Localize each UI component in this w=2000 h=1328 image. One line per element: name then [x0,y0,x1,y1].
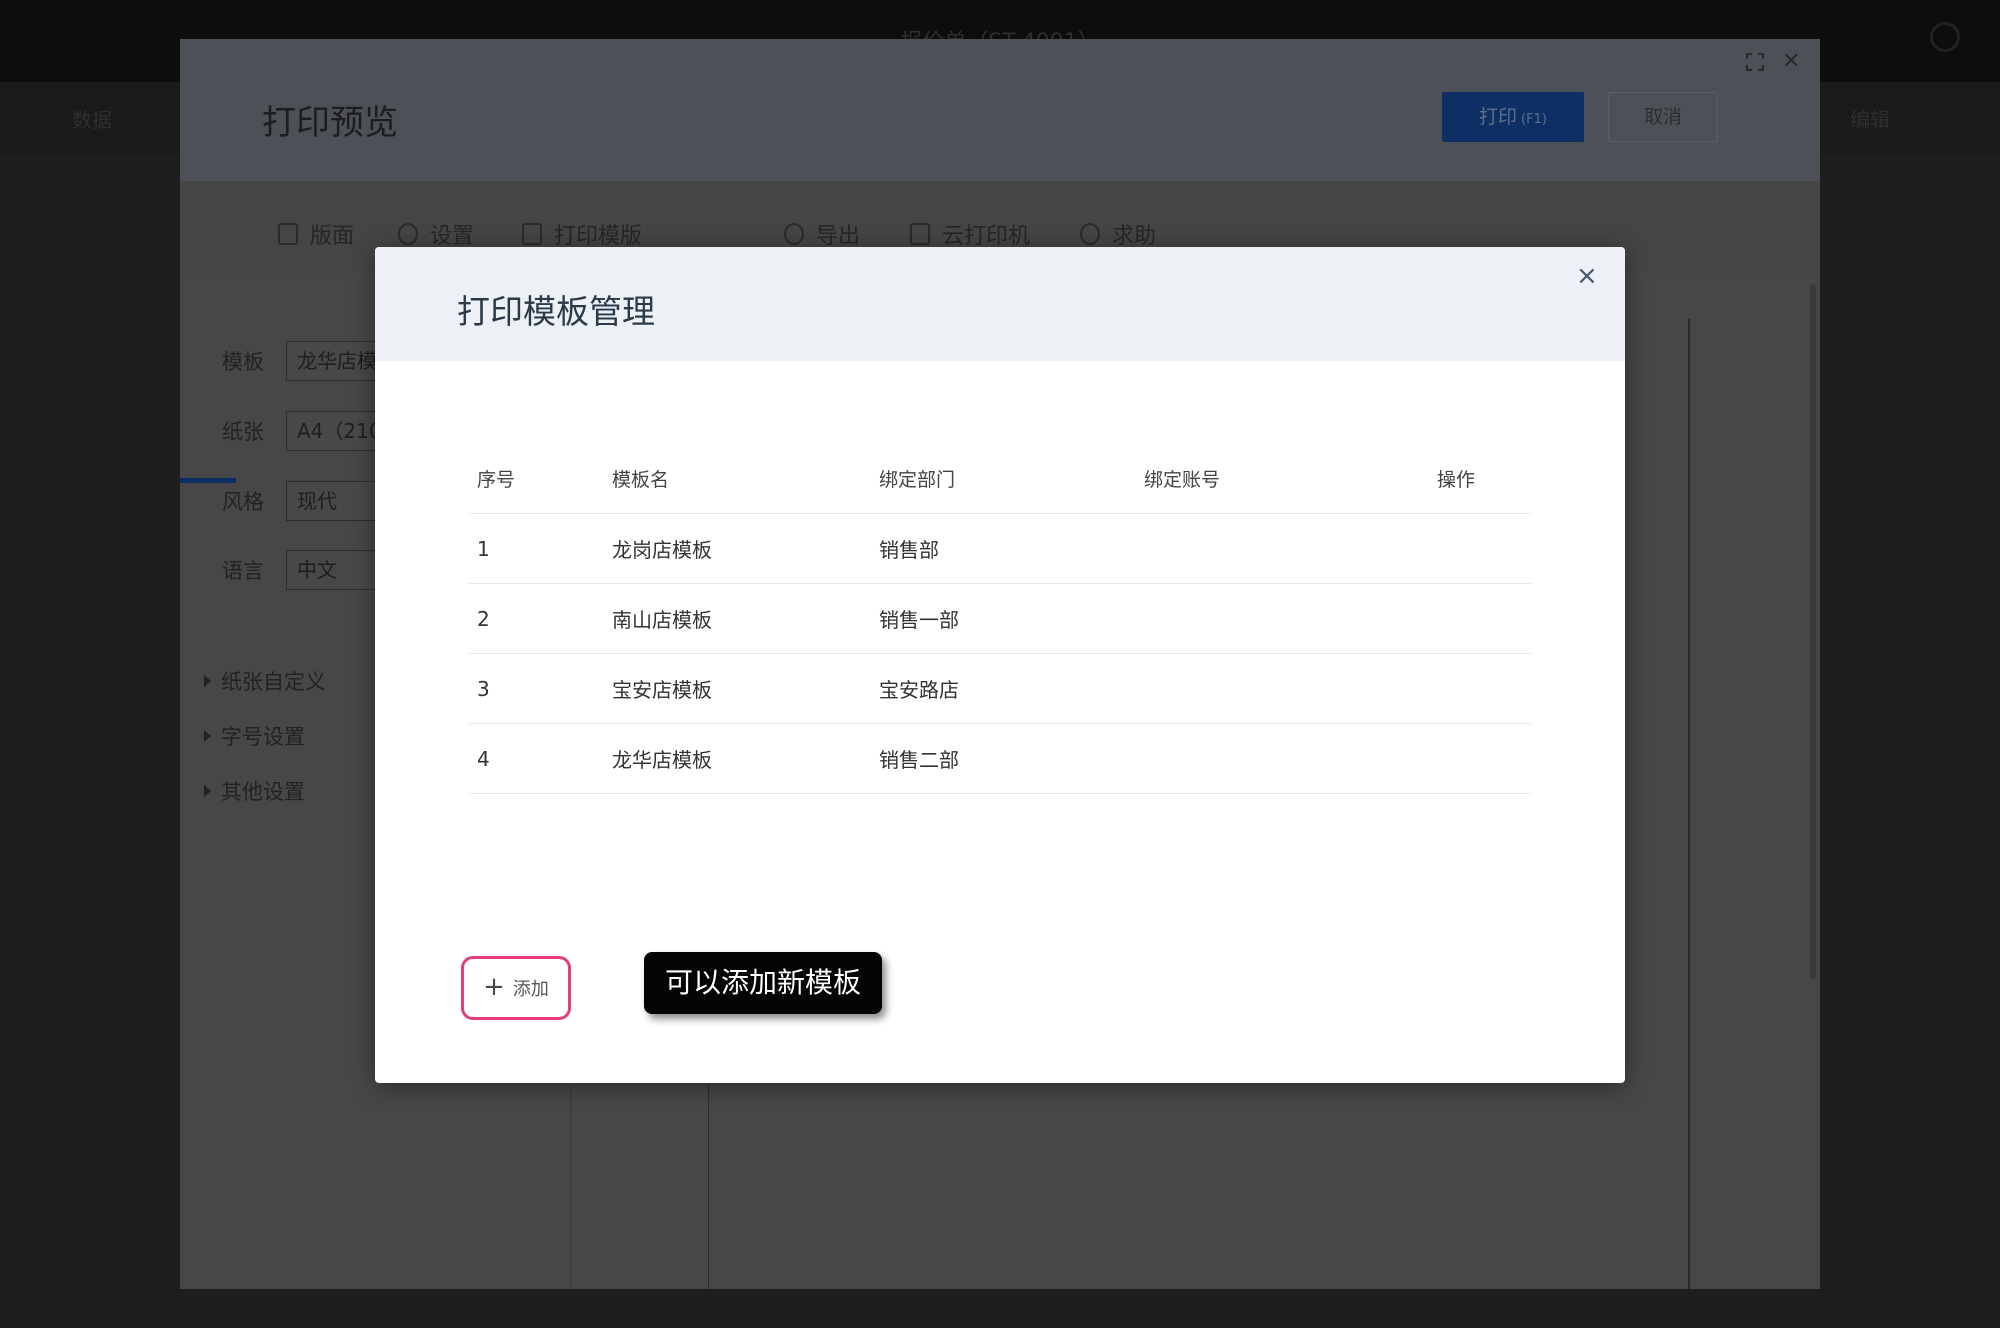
side-progress-bar [180,478,236,483]
window-close-icon[interactable]: ✕ [1782,49,1800,74]
row-dept: 销售部 [879,538,939,562]
table-row[interactable]: 2 南山店模板 销售一部 [469,584,1531,654]
row-dept: 宝安路店 [879,678,959,702]
toolbar-settings[interactable]: 设置 [398,218,474,250]
row-name: 宝安店模板 [612,678,712,702]
print-button-label: 打印 [1479,106,1518,128]
column-action: 操作 [1437,469,1476,491]
language-label: 语言 [222,559,264,583]
row-index: 3 [477,676,490,701]
print-button[interactable]: 打印 (F1) [1442,92,1584,142]
print-preview-header: 打印预览 打印 (F1) 取消 ✕ [180,39,1820,181]
user-icon [1080,223,1100,245]
column-index: 序号 [477,469,516,491]
print-hotkey: (F1) [1521,112,1547,127]
add-template-label: 添加 [512,979,549,1000]
row-dept: 销售二部 [879,748,959,772]
section-other-label: 其他设置 [221,780,305,804]
toolbar-help[interactable]: 求助 [1080,218,1156,250]
cancel-button[interactable]: 取消 [1608,92,1718,142]
section-other[interactable]: 其他设置 [204,776,305,806]
section-font-size[interactable]: 字号设置 [204,721,305,751]
row-index: 4 [477,746,490,771]
row-name: 龙华店模板 [612,748,712,772]
table-header: 序号 模板名 绑定部门 绑定账号 操作 [469,444,1531,514]
toolbar-template[interactable]: 打印模版 [522,218,642,250]
column-account: 绑定账号 [1144,469,1221,491]
toolbar-cloud-printer-label: 云打印机 [942,224,1031,249]
paper-label: 纸张 [222,420,264,444]
section-paper-custom[interactable]: 纸张自定义 [204,666,326,696]
row-name: 龙岗店模板 [612,538,712,562]
column-dept: 绑定部门 [879,469,956,491]
app-sub-left-label: 数据 [72,108,112,132]
toolbar-layout[interactable]: 版面 [278,218,354,250]
template-icon [522,223,542,245]
template-table: 序号 模板名 绑定部门 绑定账号 操作 1 龙岗店模板 销售部 2 南山店模板 … [469,444,1531,794]
fullscreen-icon[interactable] [1746,53,1764,71]
caret-right-icon [204,675,211,687]
row-dept: 销售一部 [879,608,959,632]
toolbar-settings-label: 设置 [430,224,475,249]
preview-right-border [1688,319,1690,1289]
section-paper-custom-label: 纸张自定义 [221,670,326,694]
app-sub-right-label: 编辑 [1850,108,1890,132]
dialog-title: 打印模板管理 [457,292,655,331]
add-template-tooltip: 可以添加新模板 [644,952,882,1014]
toolbar-help-label: 求助 [1112,224,1157,249]
upload-icon [784,223,804,245]
table-row[interactable]: 4 龙华店模板 销售二部 [469,724,1531,794]
toolbar-cloud-printer[interactable]: 云打印机 [910,218,1030,250]
document-icon [278,223,298,245]
table-row[interactable]: 3 宝安店模板 宝安路店 [469,654,1531,724]
print-preview-title: 打印预览 [262,103,398,143]
row-index: 1 [477,536,490,561]
row-index: 2 [477,606,490,631]
dialog-header: 打印模板管理 × [375,247,1625,361]
row-name: 南山店模板 [612,608,712,632]
plus-icon: + [483,972,505,1002]
toolbar-export[interactable]: 导出 [784,218,860,250]
printer-icon [910,223,930,245]
style-label: 风格 [222,490,264,514]
toolbar-template-label: 打印模版 [554,224,643,249]
section-font-size-label: 字号设置 [221,725,305,749]
settings-icon [1930,22,1960,52]
toolbar-layout-label: 版面 [310,224,355,249]
toolbar-export-label: 导出 [816,224,861,249]
table-row[interactable]: 1 龙岗店模板 销售部 [469,514,1531,584]
add-template-button[interactable]: + 添加 [461,956,571,1020]
close-icon[interactable]: × [1576,261,1598,291]
preview-scrollbar[interactable] [1810,284,1816,979]
caret-right-icon [204,730,211,742]
template-management-dialog: 打印模板管理 × 序号 模板名 绑定部门 绑定账号 操作 1 龙岗店模板 销售部… [375,247,1625,1083]
template-label: 模板 [222,350,264,374]
gear-icon [398,223,418,245]
column-name: 模板名 [612,469,670,491]
caret-right-icon [204,785,211,797]
